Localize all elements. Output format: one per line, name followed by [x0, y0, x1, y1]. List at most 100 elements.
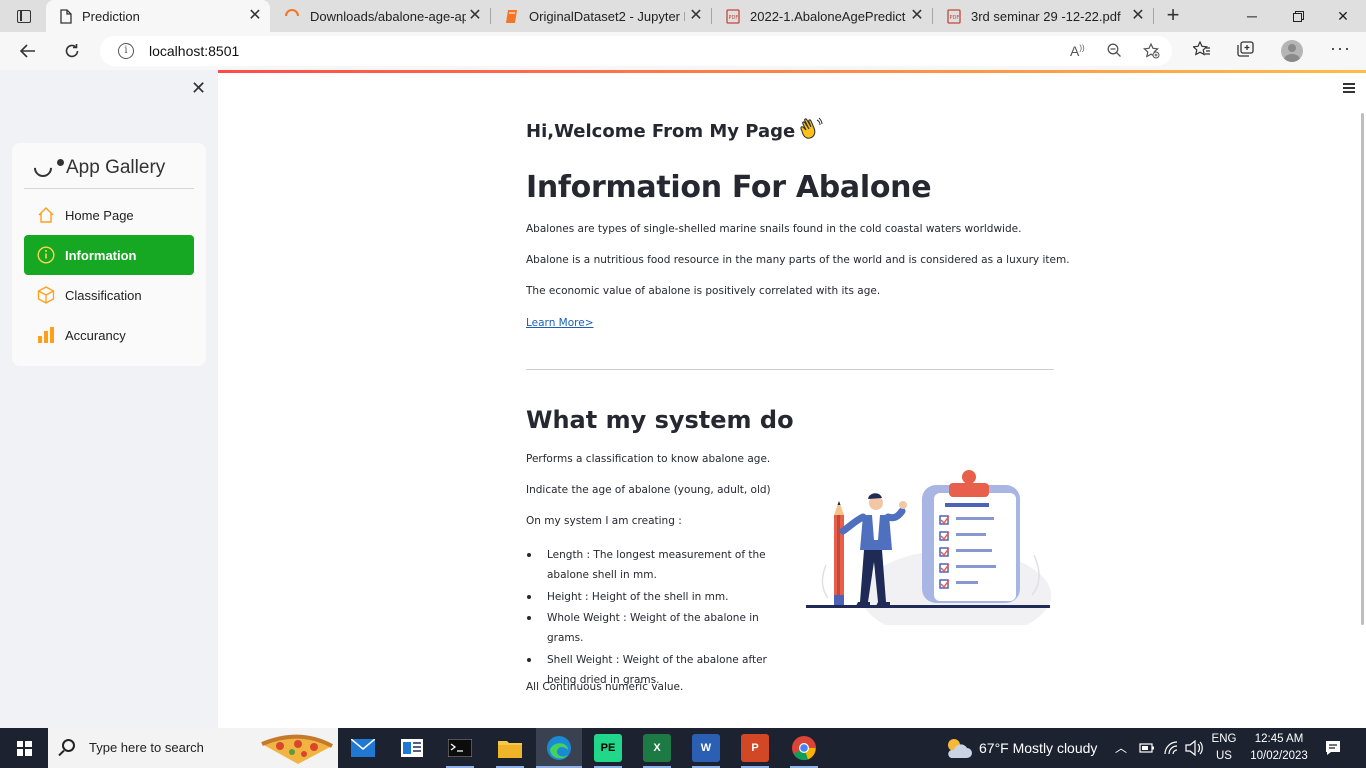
mail-app-icon[interactable]: [349, 734, 377, 762]
feature-list: Length : The longest measurement of the …: [526, 545, 796, 691]
refresh-button[interactable]: [57, 37, 87, 65]
tab-actions-button[interactable]: [8, 4, 40, 28]
wifi-icon[interactable]: [1163, 740, 1179, 756]
bar-chart-icon: [36, 325, 56, 345]
close-tab-icon[interactable]: ✕: [908, 7, 926, 25]
search-icon: [62, 739, 75, 752]
minimize-button[interactable]: ─: [1229, 0, 1275, 32]
waving-hand-icon: [797, 117, 823, 146]
chevron-up-icon[interactable]: ︿: [1115, 739, 1127, 756]
pdf-icon: PDF: [726, 8, 740, 24]
restore-button[interactable]: [1275, 0, 1321, 32]
sidebar-item-label: Home Page: [65, 207, 134, 223]
favorites-icon[interactable]: [1192, 40, 1211, 62]
house-icon: [36, 205, 56, 225]
clock-time[interactable]: 12:45 AM: [1242, 733, 1316, 745]
sidebar-item-label: Classification: [65, 287, 142, 303]
more-options-icon[interactable]: ···: [1330, 38, 1351, 59]
sidebar: ✕ App Gallery Home Page Information Clas…: [0, 70, 218, 728]
browser-tab-strip: Prediction ✕ Downloads/abalone-age-app ✕…: [0, 0, 1366, 32]
tab-downloads[interactable]: Downloads/abalone-age-app ✕: [270, 0, 490, 32]
edge-browser-icon[interactable]: [545, 734, 573, 762]
tab-seminar-pdf[interactable]: PDF 3rd seminar 29 -12-22.pdf ✕: [933, 0, 1153, 32]
collections-icon[interactable]: [1237, 41, 1254, 62]
url-bar[interactable]: i localhost:8501 A)): [100, 36, 1172, 66]
close-tab-icon[interactable]: ✕: [466, 7, 484, 25]
close-tab-icon[interactable]: ✕: [687, 7, 705, 25]
svg-text:PDF: PDF: [729, 15, 739, 21]
weather-cloudy-icon: [948, 739, 972, 758]
sidebar-item-accurancy[interactable]: Accurancy: [24, 315, 194, 355]
pdf-icon: PDF: [947, 8, 961, 24]
back-button[interactable]: [13, 37, 43, 65]
page-scrollbar[interactable]: [1361, 113, 1364, 625]
sidebar-item-information[interactable]: Information: [24, 235, 194, 275]
main-content: Hi,Welcome From My Page Information For …: [218, 73, 1366, 728]
main-menu-icon[interactable]: [1343, 83, 1355, 96]
section-text: Indicate the age of abalone (young, adul…: [526, 484, 771, 496]
new-tab-button[interactable]: +: [1160, 3, 1186, 29]
sidebar-item-home[interactable]: Home Page: [24, 195, 194, 235]
list-item: Whole Weight : Weight of the abalone in …: [526, 608, 796, 648]
close-tab-icon[interactable]: ✕: [246, 7, 264, 25]
close-sidebar-icon[interactable]: ✕: [191, 78, 206, 99]
section-text: Performs a classification to know abalon…: [526, 453, 771, 465]
profile-avatar[interactable]: [1281, 40, 1303, 62]
section-text: On my system I am creating :: [526, 515, 682, 527]
tab-title: Prediction: [82, 8, 140, 24]
notifications-icon[interactable]: [1325, 740, 1341, 756]
terminal-app-icon[interactable]: [446, 734, 474, 762]
page-title: Information For Abalone: [526, 170, 932, 205]
tab-prediction[interactable]: Prediction ✕: [46, 0, 270, 32]
restore-icon: [1292, 10, 1304, 22]
tab-title: Downloads/abalone-age-app: [310, 8, 466, 24]
battery-icon[interactable]: [1139, 741, 1155, 755]
news-app-icon[interactable]: [398, 734, 426, 762]
sidebar-item-label: Information: [65, 247, 137, 263]
sidebar-item-classification[interactable]: Classification: [24, 275, 194, 315]
url-text: localhost:8501: [149, 43, 240, 59]
option-menu: App Gallery Home Page Information Classi…: [12, 143, 206, 366]
tab-pdf-report[interactable]: PDF 2022-1.AbaloneAgePrediction ✕: [712, 0, 932, 32]
pycharm-app-icon[interactable]: PE: [594, 734, 622, 762]
box-icon: [36, 285, 56, 305]
menu-title: App Gallery: [66, 157, 166, 178]
excel-app-icon[interactable]: X: [643, 734, 671, 762]
file-explorer-icon[interactable]: [496, 734, 524, 762]
close-window-button[interactable]: ✕: [1320, 0, 1366, 32]
zoom-icon[interactable]: [1107, 43, 1122, 61]
volume-icon[interactable]: [1185, 740, 1203, 756]
info-paragraph: Abalone is a nutritious food resource in…: [526, 254, 1070, 266]
add-favorite-icon[interactable]: [1143, 42, 1160, 62]
windows-logo-icon: [16, 740, 32, 756]
tab-actions-icon: [17, 9, 31, 23]
list-item: Length : The longest measurement of the …: [526, 545, 796, 585]
tab-jupyter[interactable]: OriginalDataset2 - Jupyter Nc ✕: [491, 0, 711, 32]
taskbar-search-box[interactable]: Type here to search: [48, 728, 338, 768]
greeting-heading: Hi,Welcome From My Page: [526, 117, 823, 146]
sidebar-item-label: Accurancy: [65, 327, 126, 343]
section-heading: What my system do: [526, 406, 794, 434]
info-icon[interactable]: i: [118, 43, 134, 59]
arrow-left-icon: [20, 44, 35, 58]
powerpoint-app-icon[interactable]: P: [741, 734, 769, 762]
windows-taskbar: Type here to search PE X W P 67°F Mostly…: [0, 728, 1366, 768]
info-paragraph: The economic value of abalone is positiv…: [526, 285, 881, 297]
read-aloud-icon[interactable]: A)): [1070, 43, 1085, 59]
search-placeholder: Type here to search: [89, 740, 204, 755]
menu-header: App Gallery: [24, 155, 194, 189]
start-button[interactable]: [0, 728, 48, 768]
tab-separator: [1153, 8, 1154, 24]
learn-more-link[interactable]: Learn More>: [526, 317, 594, 329]
refresh-icon: [65, 44, 79, 58]
weather-text[interactable]: 67°F Mostly cloudy: [979, 740, 1097, 756]
chrome-app-icon[interactable]: [790, 734, 818, 762]
jupyter-book-icon: [506, 9, 517, 23]
language-code[interactable]: ENG: [1210, 733, 1238, 745]
region-code[interactable]: US: [1210, 750, 1238, 762]
info-paragraph: Abalones are types of single-shelled mar…: [526, 223, 1022, 235]
word-app-icon[interactable]: W: [692, 734, 720, 762]
clock-date[interactable]: 10/02/2023: [1242, 750, 1316, 762]
close-tab-icon[interactable]: ✕: [1129, 7, 1147, 25]
tab-title: 3rd seminar 29 -12-22.pdf: [971, 8, 1121, 24]
